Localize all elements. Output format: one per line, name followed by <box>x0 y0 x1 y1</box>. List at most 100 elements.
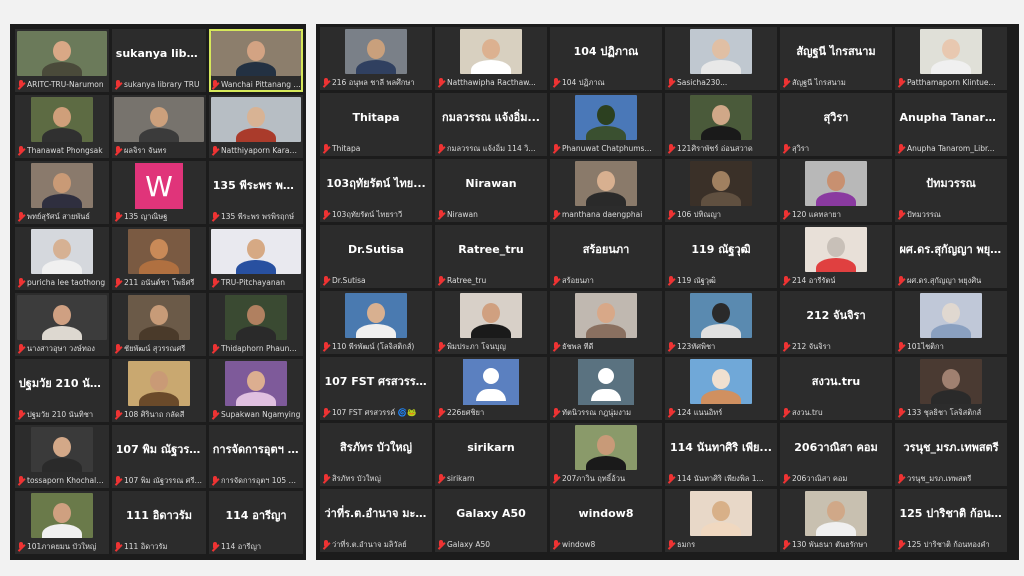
person-head <box>597 171 615 191</box>
participant-tile[interactable]: Supakwan Ngamying <box>209 359 303 422</box>
participant-tile[interactable]: 119 ณัฐวุฒิ 119 ณัฐวุฒิ <box>665 225 777 288</box>
participant-tile[interactable]: W 135 ญาณิษฐ <box>112 161 206 224</box>
participant-tile[interactable]: ปัทมวรรณ ปัทมวรรณ <box>895 159 1007 222</box>
participant-tile[interactable]: สัญฐนี ไกรสนาม สัญฐนี ไกรสนาม <box>780 27 892 90</box>
participant-name-bar: 121ศิราพัชร์ อ่อนสวาด <box>667 142 775 155</box>
participant-tile[interactable]: 206วาณิสา คอม 206วาณิสา คอม <box>780 423 892 486</box>
participant-tile[interactable]: 103ฤทัยรัตน์ ไทย... 103ฤทัยรัตน์ ไทยราวี <box>320 159 432 222</box>
participant-tile[interactable]: 101ไชติกา <box>895 291 1007 354</box>
participant-tile[interactable]: 216 อนุพล ชาลี พลศึกษา <box>320 27 432 90</box>
participant-tile[interactable]: 111 อิดาวรัม 111 อิดาวรัม <box>112 491 206 554</box>
participant-tile[interactable]: การจัดการอุตฯ 1... การจัดการอุตฯ 105 ณัฐ.… <box>209 425 303 488</box>
participant-tile[interactable]: ปฐมวัย 210 นันทิชาปฐมวัย 210 นันทิชา <box>15 359 109 422</box>
participant-tile[interactable]: สุวิรา สุวิรา <box>780 93 892 156</box>
participant-tile[interactable]: Natthiyaporn Karaket <box>209 95 303 158</box>
participant-tile[interactable]: TRU-Pitchayanan <box>209 227 303 290</box>
participant-tile[interactable]: 104 ปฏิภาณ 104 ปฏิภาณ <box>550 27 662 90</box>
participant-tile[interactable]: วรนุช_มรภ.เทพสตรี วรนุช_มรภ.เทพสตรี <box>895 423 1007 486</box>
participant-tile[interactable]: กมลวรรณ แจ้งอิ่ม... กมลวรรณ แจ้งอิ่ม 114 … <box>435 93 547 156</box>
participant-tile[interactable]: Phanuwat Chatphums... <box>550 93 662 156</box>
participant-name-bar: 108 ศิรินาถ กลัดสี <box>114 408 204 421</box>
participant-tile[interactable]: sukanya library TRU sukanya library TRU <box>112 29 206 92</box>
participant-display-name: 111 อิดาวรัม <box>125 509 193 522</box>
participant-tile[interactable]: 108 ศิรินาถ กลัดสี <box>112 359 206 422</box>
default-avatar-icon <box>463 359 519 405</box>
participant-tile[interactable]: ผศ.ดร.สุกัญญา พยุงศิน ผศ.ดร.สุกัญญา พยุงศ… <box>895 225 1007 288</box>
person-head <box>247 371 265 391</box>
person-body <box>931 324 971 338</box>
participant-display-name: sirikarn <box>467 440 515 454</box>
participant-name-label: ธมกร <box>677 540 696 549</box>
person-head <box>482 39 500 59</box>
participant-tile[interactable]: 207ภาวิน ฤทธิ์อ้วน <box>550 423 662 486</box>
participant-tile[interactable]: Nirawan Nirawan <box>435 159 547 222</box>
participant-tile[interactable]: ชัยพัฒน์ สุวรรณศรี <box>112 293 206 356</box>
participant-tile[interactable]: สงวน.tru สงวน.tru <box>780 357 892 420</box>
participant-tile[interactable]: 124 แนนอิทร์ <box>665 357 777 420</box>
participant-tile[interactable]: manthana daengphai <box>550 159 662 222</box>
participant-tile[interactable]: window8 window8 <box>550 489 662 552</box>
participant-tile[interactable]: 107 พิม ณัฐวรรณ... 107 พิม ณัฐวรรณ ศรีสุข <box>112 425 206 488</box>
participant-tile[interactable]: Thidaphorn Phaungth... <box>209 293 303 356</box>
muted-mic-icon <box>322 473 330 484</box>
participant-tile[interactable]: Thanawat Phongsak <box>15 95 109 158</box>
participant-tile[interactable]: ธมกร <box>665 489 777 552</box>
participant-tile[interactable]: 120 แคทลายา <box>780 159 892 222</box>
participant-tile[interactable]: 107 FST ศรสวรร... 107 FST ศรสวรรค์ 🌀🐸 <box>320 357 432 420</box>
participant-tile[interactable]: Wanchai Pittanang ARITC <box>209 29 303 92</box>
participant-tile[interactable]: 214 อารีรัตน์ <box>780 225 892 288</box>
participant-tile[interactable]: 121ศิราพัชร์ อ่อนสวาด <box>665 93 777 156</box>
participant-tile[interactable]: 101ภาคยมน บัวใหญ่ <box>15 491 109 554</box>
participant-tile[interactable]: 135 พีระพร พรพิ... 135 พีระพร พรพิรฤกษ์ <box>209 161 303 224</box>
participant-display-name: สัญฐนี ไกรสนาม <box>796 45 876 58</box>
participant-tile[interactable]: Natthawipha Racthaw... <box>435 27 547 90</box>
participant-tile[interactable]: 133 ชุลธิชา โลจิสติกส์ <box>895 357 1007 420</box>
participant-tile[interactable]: puricha lee taothong <box>15 227 109 290</box>
participant-tile[interactable]: Patthamaporn Klintue... <box>895 27 1007 90</box>
participant-tile[interactable]: Sasicha230... <box>665 27 777 90</box>
participant-tile[interactable]: ธัชพล ทีดี <box>550 291 662 354</box>
participant-tile[interactable]: Thitapa Thitapa <box>320 93 432 156</box>
participant-video <box>211 31 301 76</box>
participant-tile[interactable]: 211 อนันต์ชา โพธิศรี <box>112 227 206 290</box>
participant-tile[interactable]: ว่าที่ร.ต.อำนาจ มะ... ว่าที่ร.ต.อำนาจ มลิ… <box>320 489 432 552</box>
participant-tile[interactable]: 114 นันทาศิริ เพีย... 114 นันทาศิริ เพียง… <box>665 423 777 486</box>
participant-tile[interactable]: 125 ปาริชาติ ก้อน... 125 ปาริชาติ ก้อนทอง… <box>895 489 1007 552</box>
participant-tile[interactable]: 106 ปทิณญา <box>665 159 777 222</box>
participant-name-bar: Sasicha230... <box>667 76 775 89</box>
participant-name-label: ปฐมวัย 210 นันทิชา <box>27 410 94 419</box>
participant-name-bar: 124 แนนอิทร์ <box>667 406 775 419</box>
participant-name-large: Anupha Tanaro... <box>895 93 1007 141</box>
participant-tile[interactable]: 226ยศชิยา <box>435 357 547 420</box>
participant-tile[interactable]: Ratree_tru Ratree_tru <box>435 225 547 288</box>
participant-tile[interactable]: นางสาวอุษา วงษ์ทอง <box>15 293 109 356</box>
participant-name-large: 104 ปฏิภาณ <box>550 27 662 75</box>
person-head <box>942 303 960 323</box>
participant-name-label: 119 ณัฐวุฒิ <box>677 276 716 285</box>
participant-tile[interactable]: 212 จันจิรา 212 จันจิรา <box>780 291 892 354</box>
participant-tile[interactable]: 110 พีรพัฒน์ (โลจิสติกส์) <box>320 291 432 354</box>
person-body <box>586 126 626 140</box>
muted-mic-icon <box>322 539 330 550</box>
participant-name-large: สร้อยนภา <box>550 225 662 273</box>
participant-tile[interactable]: Anupha Tanaro... Anupha Tanarom_Libr... <box>895 93 1007 156</box>
participant-tile[interactable]: ทัตนิวรรณ กฎนุ่มงาม <box>550 357 662 420</box>
participant-name-bar: 107 FST ศรสวรรค์ 🌀🐸 <box>322 406 430 419</box>
participant-tile[interactable]: Galaxy A50 Galaxy A50 <box>435 489 547 552</box>
muted-mic-icon <box>552 143 560 154</box>
participant-tile[interactable]: 114 อารีญา 114 อารีญา <box>209 491 303 554</box>
participant-tile[interactable]: ARITC-TRU-Narumon <box>15 29 109 92</box>
participant-tile[interactable]: 130 พันธนา ตันธรักษา <box>780 489 892 552</box>
participant-tile[interactable]: 123ทัศพิชา <box>665 291 777 354</box>
participant-tile[interactable]: sirikarn sirikarn <box>435 423 547 486</box>
participant-tile[interactable]: พิมประภา โจนบุญ <box>435 291 547 354</box>
participant-name-label: ว่าที่ร.ต.อำนาจ มลิวัลย์ <box>332 540 407 549</box>
participant-name-label: Thidaphorn Phaungth... <box>221 344 301 353</box>
participant-tile[interactable]: Dr.Sutisa Dr.Sutisa <box>320 225 432 288</box>
participant-tile[interactable]: สร้อยนภา สร้อยนภา <box>550 225 662 288</box>
participant-tile[interactable]: ผลจิรา จันทร <box>112 95 206 158</box>
participant-tile[interactable]: สิรภัทร บัวใหญ่ สิรภัทร บัวใหญ่ <box>320 423 432 486</box>
participant-tile[interactable]: tossaporn Khochalam <box>15 425 109 488</box>
participant-tile[interactable]: พทย์สุรัศน์ สายพันธ์ <box>15 161 109 224</box>
participant-display-name: 206วาณิสา คอม <box>794 441 878 454</box>
